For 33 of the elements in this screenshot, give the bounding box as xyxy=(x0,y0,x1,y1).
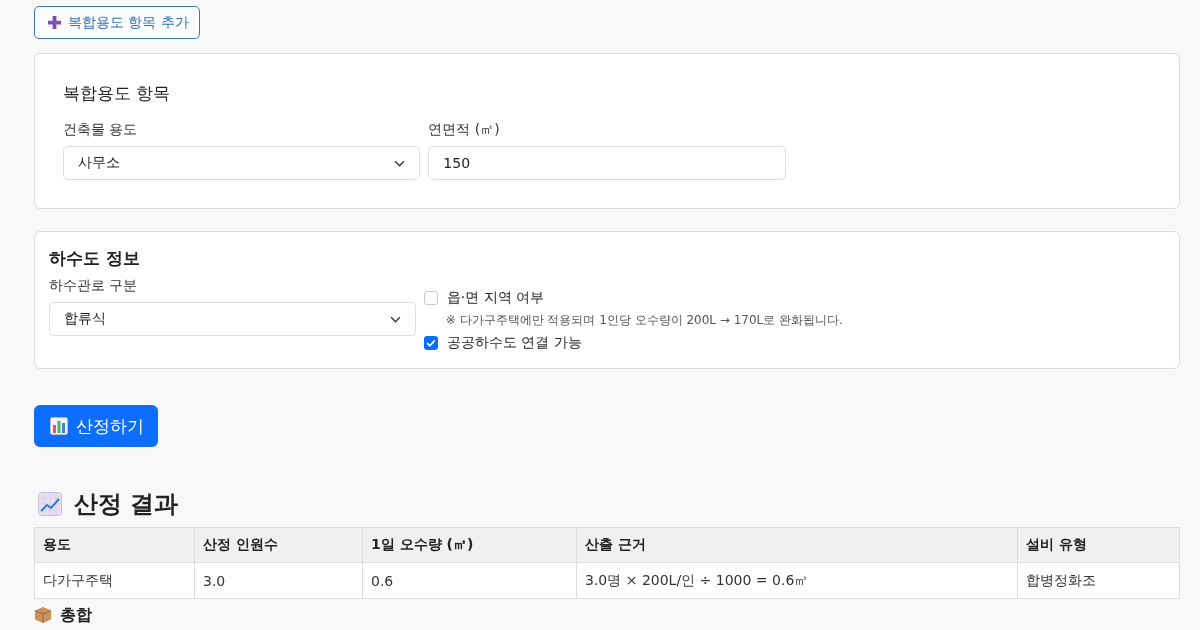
column-header: 산정 인원수 xyxy=(194,527,363,563)
table-cell: 다가구주택 xyxy=(34,562,195,599)
select-field[interactable]: 합류식 xyxy=(49,302,416,336)
section-title: 산정 결과 xyxy=(74,489,179,520)
column-header: 설비 유형 xyxy=(1017,527,1180,563)
checkbox-label[interactable]: 공공하수도 연결 가능 xyxy=(446,334,582,352)
chevron-down-icon xyxy=(394,159,406,167)
package-icon xyxy=(34,606,52,624)
column-header: 산출 근거 xyxy=(576,527,1018,563)
chevron-down-icon xyxy=(389,315,401,323)
card-title: 복합용도 항목 xyxy=(63,82,172,105)
hint-text: ※ 다가구주택에만 적용되며 1인당 오수량이 200L → 170L로 완화됩니다. xyxy=(444,312,844,329)
add-item-button[interactable]: 복합용도 항목 추가 xyxy=(34,6,200,39)
input-field[interactable]: 150 xyxy=(428,146,786,180)
calculate-button[interactable]: 산정하기 xyxy=(34,405,158,447)
checkbox[interactable] xyxy=(423,291,438,305)
checkbox-label[interactable]: 읍·면 지역 여부 xyxy=(446,289,544,307)
field-label: 연면적 (㎡) xyxy=(428,120,501,139)
select-field[interactable]: 사무소 xyxy=(63,146,421,180)
table-cell: 합병정화조 xyxy=(1017,562,1180,599)
bar-chart-icon xyxy=(50,417,68,435)
card-title: 하수도 정보 xyxy=(49,247,141,270)
table-cell: 3.0명 × 200L/인 ÷ 1000 = 0.6㎥ xyxy=(576,562,1018,599)
plus-icon xyxy=(47,15,62,30)
table-cell: 3.0 xyxy=(194,562,363,599)
field-label: 건축물 용도 xyxy=(63,120,139,139)
section-title: 총합 xyxy=(60,604,92,626)
checkbox[interactable] xyxy=(423,336,438,350)
column-header: 1일 오수량 (㎥) xyxy=(362,527,577,563)
line-chart-icon xyxy=(38,492,62,516)
field-label: 하수관로 구분 xyxy=(49,276,139,295)
column-header: 용도 xyxy=(34,527,195,563)
table-cell: 0.6 xyxy=(362,562,577,599)
